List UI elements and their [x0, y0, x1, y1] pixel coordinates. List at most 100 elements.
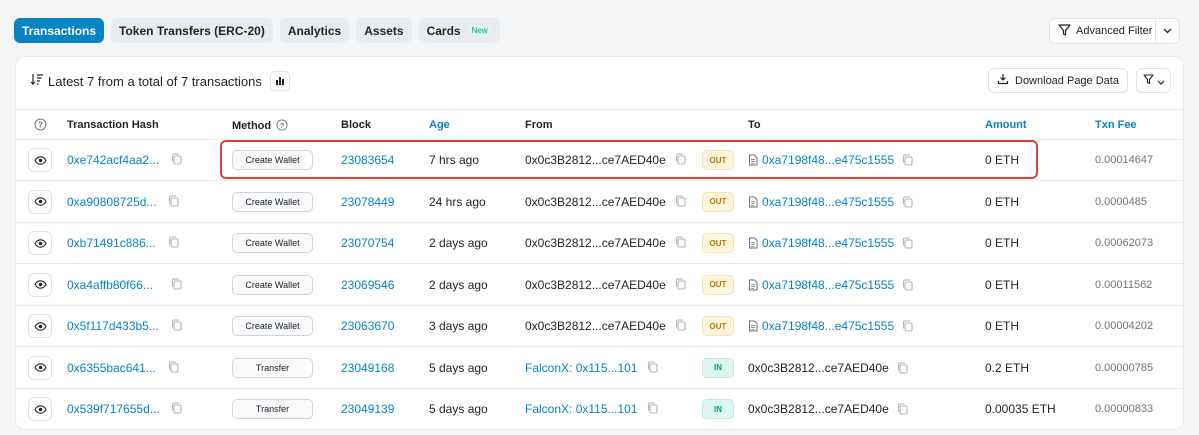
from-address: 0x0c3B2812...ce7AED40e: [525, 277, 666, 292]
advanced-filter-button[interactable]: Advanced Filter: [1050, 19, 1156, 43]
from-address[interactable]: FalconX: 0x115...101: [525, 402, 638, 416]
method-badge: Create Wallet: [232, 316, 313, 336]
transaction-hash-link[interactable]: 0x5f117d433b5...: [67, 319, 159, 333]
view-details-button[interactable]: [28, 397, 52, 421]
method-badge: Transfer: [232, 357, 313, 378]
transaction-hash-link[interactable]: 0xa4affb80f66...: [67, 278, 153, 292]
amount-value: 0 ETH: [985, 153, 1020, 167]
to-address-text: 0x0c3B2812...ce7AED40e: [748, 360, 889, 375]
sort-icon[interactable]: [30, 73, 44, 89]
table-header: ? Transaction Hash Method ? Block Age Fr…: [16, 109, 1183, 140]
to-address-text[interactable]: 0xa7198f48...e475c1555: [762, 278, 894, 292]
age-text: 2 days ago: [429, 236, 488, 250]
view-details-button[interactable]: [28, 231, 52, 255]
copy-icon[interactable]: [675, 319, 686, 331]
block-link[interactable]: 23063670: [341, 319, 394, 333]
method-badge: Create Wallet: [232, 274, 313, 295]
stats-button[interactable]: [269, 71, 290, 91]
tab-transactions[interactable]: Transactions: [14, 18, 105, 43]
copy-icon[interactable]: [902, 154, 913, 166]
to-address: 0xa7198f48...e475c1555: [748, 236, 913, 250]
copy-icon[interactable]: [902, 237, 913, 249]
copy-icon[interactable]: [171, 402, 182, 414]
block-link[interactable]: 23070754: [341, 236, 394, 250]
view-details-button[interactable]: [28, 314, 52, 338]
eye-icon: [33, 363, 47, 372]
age-text: 7 hrs ago: [429, 153, 480, 167]
copy-icon[interactable]: [168, 360, 179, 373]
copy-icon[interactable]: [675, 153, 686, 165]
copy-icon[interactable]: [902, 320, 913, 332]
amount-value: 0 ETH: [985, 194, 1020, 209]
tab-label: Token Transfers (ERC-20): [119, 23, 265, 38]
copy-icon[interactable]: [171, 153, 182, 165]
column-header-method: Method ?: [232, 119, 288, 134]
column-header-to: To: [748, 119, 761, 131]
transaction-hash-link[interactable]: 0x539f717655d...: [67, 402, 160, 416]
help-icon[interactable]: ?: [34, 118, 47, 134]
copy-icon[interactable]: [897, 361, 908, 374]
view-details-button[interactable]: [28, 355, 52, 380]
filter-dropdown-button[interactable]: [1136, 68, 1171, 93]
column-header-age[interactable]: Age: [429, 119, 450, 131]
transaction-hash-link[interactable]: 0xb71491c886...: [67, 236, 156, 250]
direction-badge: OUT: [702, 150, 734, 170]
copy-icon[interactable]: [171, 277, 182, 290]
block-link[interactable]: 23069546: [341, 278, 394, 292]
tab-label: Cards: [426, 23, 461, 38]
copy-icon[interactable]: [168, 194, 179, 207]
copy-icon[interactable]: [675, 194, 686, 207]
to-address-text[interactable]: 0xa7198f48...e475c1555: [762, 236, 894, 250]
tab-token-transfers[interactable]: Token Transfers (ERC-20): [111, 18, 273, 43]
method-badge: Create Wallet: [232, 191, 313, 212]
block-link[interactable]: 23049139: [341, 402, 394, 416]
copy-icon[interactable]: [675, 277, 686, 290]
chevron-down-icon: [1163, 25, 1172, 37]
column-header-from: From: [525, 119, 553, 131]
transaction-hash-link[interactable]: 0x6355bac641...: [67, 361, 156, 375]
block-link[interactable]: 23083654: [341, 153, 394, 167]
tab-assets[interactable]: Assets: [356, 18, 412, 43]
bar-chart-icon: [275, 74, 285, 89]
advanced-filter-dropdown-toggle[interactable]: [1156, 25, 1179, 37]
column-header-txn-fee[interactable]: Txn Fee: [1095, 119, 1137, 131]
age-text: 24 hrs ago: [429, 194, 486, 209]
contract-icon: [748, 279, 758, 291]
contract-icon: [748, 237, 758, 249]
to-address-text[interactable]: 0xa7198f48...e475c1555: [762, 319, 894, 333]
funnel-icon: [1142, 72, 1154, 90]
eye-icon: [33, 280, 47, 289]
copy-icon[interactable]: [902, 195, 913, 208]
copy-icon[interactable]: [675, 236, 686, 248]
block-link[interactable]: 23049168: [341, 361, 394, 375]
block-link[interactable]: 23078449: [341, 195, 394, 209]
copy-icon[interactable]: [168, 236, 179, 248]
tab-label: Analytics: [287, 23, 342, 38]
to-address-text[interactable]: 0xa7198f48...e475c1555: [762, 195, 894, 209]
txn-fee-value: 0.00062073: [1095, 237, 1154, 249]
tab-analytics[interactable]: Analytics: [279, 18, 350, 43]
transaction-hash-link[interactable]: 0xe742acf4aa2...: [67, 153, 159, 167]
svg-text:?: ?: [280, 121, 285, 130]
from-address: 0x0c3B2812...ce7AED40e: [525, 153, 666, 167]
download-page-data-button[interactable]: Download Page Data: [988, 68, 1128, 93]
to-address-text: 0x0c3B2812...ce7AED40e: [748, 402, 889, 416]
help-icon[interactable]: ?: [276, 119, 288, 134]
copy-icon[interactable]: [902, 278, 913, 291]
to-address: 0xa7198f48...e475c1555: [748, 278, 913, 292]
copy-icon[interactable]: [647, 402, 658, 414]
table-row: 0xe742acf4aa2... Create Wallet 23083654 7 h…: [16, 140, 1183, 181]
to-address-text[interactable]: 0xa7198f48...e475c1555: [762, 153, 894, 167]
view-details-button[interactable]: [28, 272, 52, 297]
from-address[interactable]: FalconX: 0x115...101: [525, 361, 638, 375]
amount-value: 0 ETH: [985, 236, 1020, 250]
copy-icon[interactable]: [647, 360, 658, 373]
copy-icon[interactable]: [897, 403, 908, 415]
column-header-amount[interactable]: Amount: [985, 119, 1027, 131]
view-details-button[interactable]: [28, 189, 52, 214]
copy-icon[interactable]: [171, 319, 182, 331]
transaction-hash-link[interactable]: 0xa90808725d...: [67, 195, 156, 209]
view-details-button[interactable]: [28, 148, 52, 172]
eye-icon: [33, 321, 47, 331]
tab-cards[interactable]: Cards New: [418, 18, 500, 43]
